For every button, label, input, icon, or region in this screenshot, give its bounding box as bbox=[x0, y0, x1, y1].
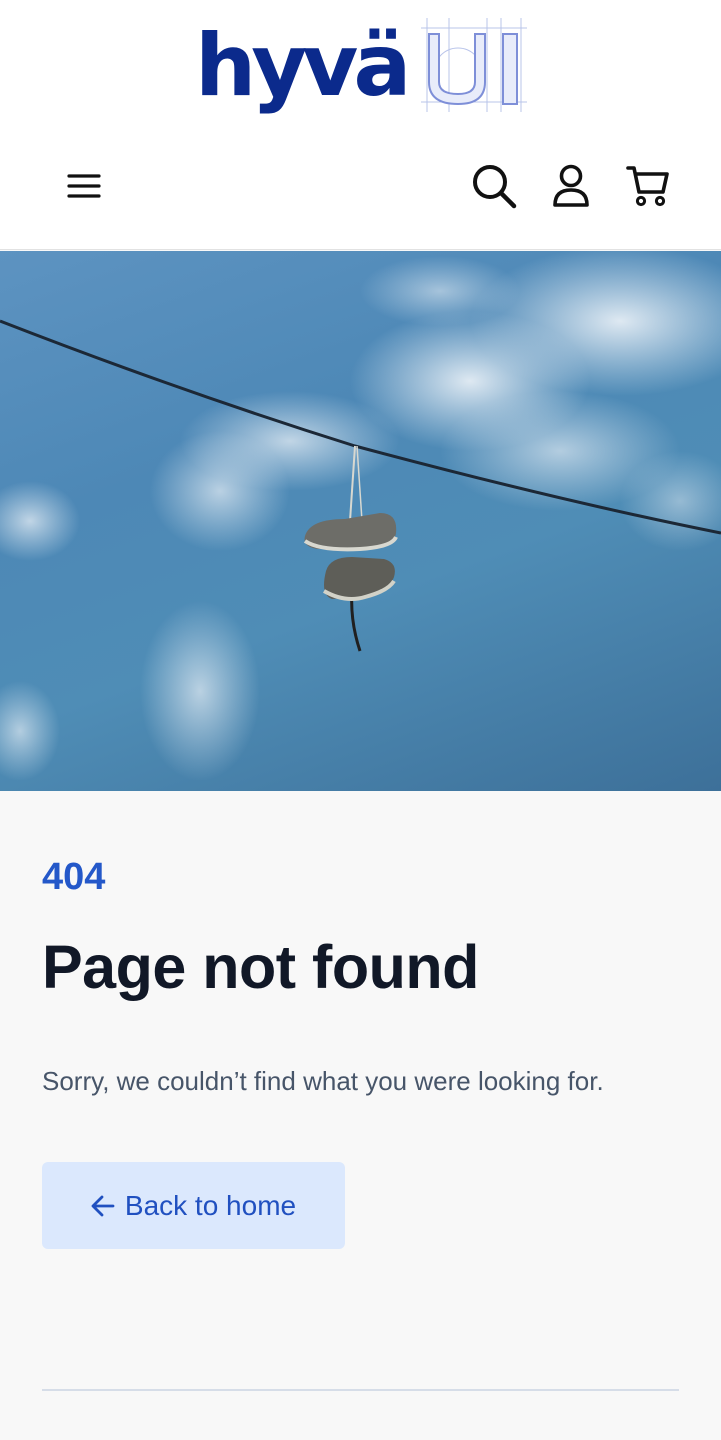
error-message: Sorry, we couldn’t find what you were lo… bbox=[42, 1066, 604, 1096]
hero-image bbox=[0, 251, 721, 791]
page: hyvä UI bbox=[0, 0, 721, 1440]
account-button[interactable] bbox=[545, 160, 597, 212]
shopping-cart-icon bbox=[626, 166, 669, 207]
back-to-home-label: Back to home bbox=[124, 1189, 297, 1221]
menu-button[interactable] bbox=[58, 160, 110, 212]
shoes-on-power-line-photo bbox=[0, 251, 721, 781]
hamburger-menu-icon bbox=[67, 174, 101, 198]
footer-divider bbox=[42, 1389, 679, 1391]
logo-wordmark: hyvä bbox=[195, 16, 411, 116]
site-logo[interactable]: hyvä UI bbox=[195, 18, 527, 134]
main-content: 404 Page not found Sorry, we couldn’t fi… bbox=[0, 791, 721, 1440]
search-icon bbox=[473, 165, 517, 209]
page-title: Page not found bbox=[42, 933, 479, 1001]
arrow-left-icon bbox=[91, 1195, 115, 1217]
user-icon bbox=[553, 164, 589, 207]
error-code: 404 bbox=[42, 856, 106, 898]
logo-ui-mark: UI bbox=[421, 18, 527, 112]
back-to-home-button[interactable]: Back to home bbox=[42, 1162, 345, 1249]
cart-button[interactable] bbox=[620, 160, 676, 212]
search-button[interactable] bbox=[466, 160, 522, 212]
site-header: hyvä UI bbox=[0, 0, 721, 250]
